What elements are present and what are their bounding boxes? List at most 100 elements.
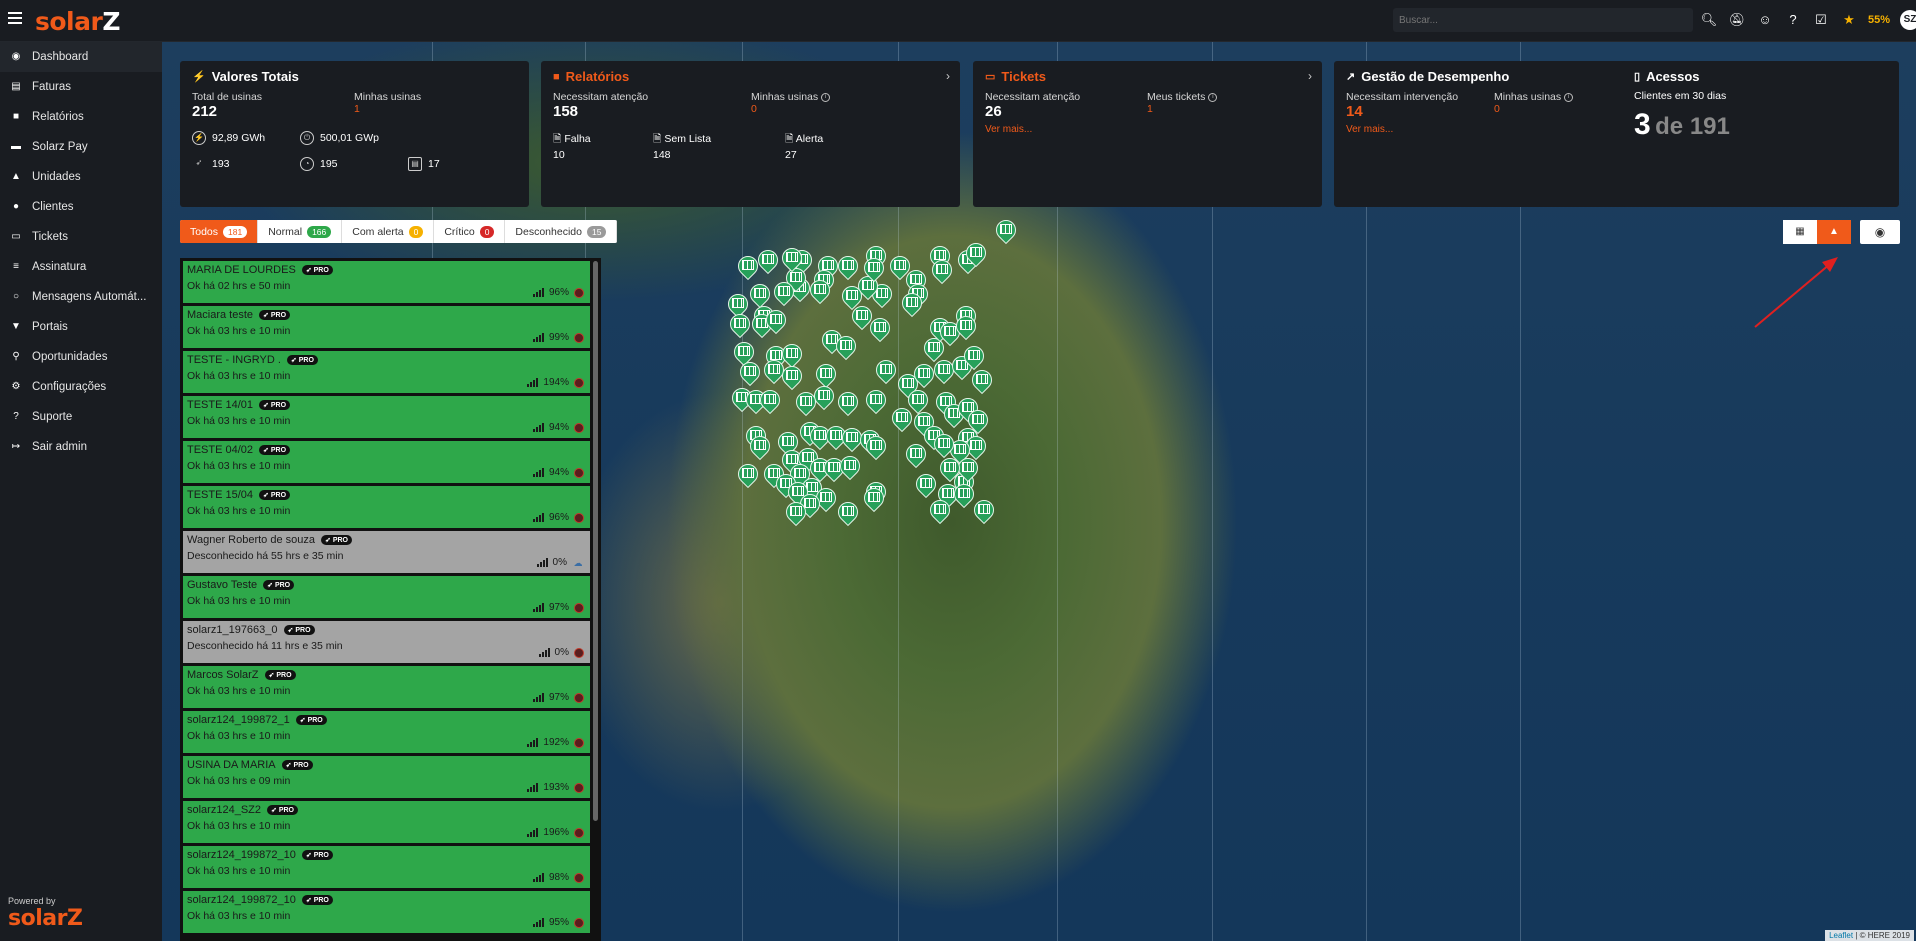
plant-map-marker[interactable]: [735, 357, 765, 388]
list-item[interactable]: solarz124_199872_10 ➶ PRO Ok há 03 hrs e 1…: [183, 891, 590, 933]
sidebar-item-faturas[interactable]: ▤ Faturas: [0, 72, 162, 102]
sidebar-item-tickets[interactable]: ▭ Tickets: [0, 222, 162, 252]
plant-map-marker[interactable]: [953, 453, 983, 484]
plant-map-marker[interactable]: [959, 341, 989, 372]
plant-map-marker[interactable]: [769, 277, 799, 308]
info-icon[interactable]: i: [1208, 92, 1218, 102]
plant-map-marker[interactable]: [859, 253, 889, 284]
plant-map-marker[interactable]: [777, 243, 807, 274]
list-item[interactable]: Gustavo Teste ➶ PRO Ok há 03 hrs e 10 min 9…: [183, 576, 590, 618]
plant-map-marker[interactable]: [871, 355, 901, 386]
chevron-right-icon[interactable]: ›: [946, 69, 950, 83]
list-scrollbar[interactable]: [593, 261, 598, 821]
alert-status-icon[interactable]: [574, 827, 584, 838]
plant-map-marker[interactable]: [991, 215, 1021, 246]
plant-map-marker[interactable]: [897, 288, 927, 319]
list-item[interactable]: solarz124_199872_10 ➶ PRO Ok há 03 hrs e 1…: [183, 846, 590, 888]
plant-map-marker[interactable]: [725, 309, 755, 340]
alert-status-icon[interactable]: [574, 332, 584, 343]
info-icon[interactable]: i: [821, 92, 831, 102]
list-item[interactable]: TESTE 14/01 ➶ PRO Ok há 03 hrs e 10 min 94%: [183, 396, 590, 438]
plant-map-marker[interactable]: [865, 313, 895, 344]
cloud-icon[interactable]: ☁: [572, 558, 584, 568]
sidebar-item-oportunidades[interactable]: ⚲ Oportunidades: [0, 342, 162, 372]
leaflet-link[interactable]: Leaflet: [1829, 931, 1853, 940]
alert-status-icon[interactable]: [574, 692, 584, 703]
plant-map-marker[interactable]: [805, 275, 835, 306]
plant-map-marker[interactable]: [781, 497, 811, 528]
clipboard-icon[interactable]: ☑: [1812, 11, 1830, 29]
list-item[interactable]: USINA DA MARIA ➶ PRO Ok há 03 hrs e 09 min…: [183, 756, 590, 798]
list-item[interactable]: Wagner Roberto de souza ➶ PRO Desconhecido…: [183, 531, 590, 573]
filter-tab-com-alerta[interactable]: Com alerta 0: [342, 220, 435, 243]
help-icon[interactable]: ?: [1784, 11, 1802, 29]
user-icon[interactable]: ☺: [1756, 11, 1774, 29]
sidebar-item-portais[interactable]: ▼ Portais: [0, 312, 162, 342]
plant-map-marker[interactable]: [733, 459, 763, 490]
list-item[interactable]: Marcos SolarZ ➶ PRO Ok há 03 hrs e 10 min 9…: [183, 666, 590, 708]
plant-map-marker[interactable]: [861, 385, 891, 416]
sidebar-item-suporte[interactable]: ? Suporte: [0, 402, 162, 432]
visibility-toggle-button[interactable]: ◉: [1860, 220, 1900, 244]
sidebar-item-solarz-pay[interactable]: ▬ Solarz Pay: [0, 132, 162, 162]
plant-map-marker[interactable]: [887, 403, 917, 434]
sidebar-item-mensagens-autom-t[interactable]: ○ Mensagens Automát...: [0, 282, 162, 312]
list-item[interactable]: MARIA DE LOURDES ➶ PRO Ok há 02 hrs e 50 m…: [183, 261, 590, 303]
plant-map-marker[interactable]: [911, 469, 941, 500]
alert-status-icon[interactable]: [574, 602, 584, 613]
list-item[interactable]: solarz124_SZ2 ➶ PRO Ok há 03 hrs e 10 min 1…: [183, 801, 590, 843]
avatar[interactable]: SZ: [1900, 10, 1916, 30]
plant-map-marker[interactable]: [753, 245, 783, 276]
falha-stat[interactable]: 🗎︎ Falha 10: [553, 131, 591, 161]
search-input[interactable]: [1393, 8, 1693, 32]
plant-map-marker[interactable]: [961, 238, 991, 269]
list-item[interactable]: Maciara teste ➶ PRO Ok há 03 hrs e 10 min 9…: [183, 306, 590, 348]
sidebar-item-dashboard[interactable]: ◉ Dashboard: [0, 42, 162, 72]
minhas-usinas-value[interactable]: 1: [354, 103, 421, 115]
alert-status-icon[interactable]: [574, 467, 584, 478]
filter-tab-desconhecido[interactable]: Desconhecido 15: [505, 220, 618, 243]
plant-map-marker[interactable]: [791, 387, 821, 418]
sidebar-item-sair-admin[interactable]: ↦ Sair admin: [0, 432, 162, 462]
sidebar-item-assinatura[interactable]: ≡ Assinatura: [0, 252, 162, 282]
plant-map-marker[interactable]: [927, 255, 957, 286]
plant-map-marker[interactable]: [777, 361, 807, 392]
plant-map-marker[interactable]: [951, 311, 981, 342]
list-item[interactable]: solarz124_199872_1 ➶ PRO Ok há 03 hrs e 10…: [183, 711, 590, 753]
menu-icon[interactable]: [8, 12, 22, 24]
app-logo[interactable]: solarZ: [35, 7, 120, 36]
alert-status-icon[interactable]: [574, 422, 584, 433]
alert-status-icon[interactable]: [574, 287, 584, 298]
bell-off-icon[interactable]: 🔕︎: [1728, 11, 1746, 29]
solar-panel-layer-button[interactable]: ▦: [1783, 220, 1817, 244]
plant-map-marker[interactable]: [969, 495, 999, 526]
search-icon[interactable]: 🔍︎: [1700, 11, 1718, 29]
ver-mais-link[interactable]: Ver mais...: [985, 124, 1080, 135]
filter-tab-todos[interactable]: Todos 181: [180, 220, 259, 243]
plant-map-marker[interactable]: [745, 431, 775, 462]
plant-map-marker[interactable]: [859, 483, 889, 514]
sidebar-item-relat-rios[interactable]: ■ Relatórios: [0, 102, 162, 132]
alert-status-icon[interactable]: [574, 872, 584, 883]
list-item[interactable]: TESTE - INGRYD . ➶ PRO Ok há 03 hrs e 10 m…: [183, 351, 590, 393]
filter-tab-cr-tico[interactable]: Crítico 0: [434, 220, 506, 243]
alert-status-icon[interactable]: [574, 782, 584, 793]
plant-map-marker[interactable]: [809, 381, 839, 412]
list-item[interactable]: solarz1_197663_0 ➶ PRO Desconhecido há 11 …: [183, 621, 590, 663]
plant-map-marker[interactable]: [831, 331, 861, 362]
alert-status-icon[interactable]: [574, 512, 584, 523]
ver-mais-link[interactable]: Ver mais...: [1346, 124, 1458, 135]
plant-map-marker[interactable]: [901, 439, 931, 470]
plant-map-marker[interactable]: [925, 495, 955, 526]
alert-status-icon[interactable]: [574, 917, 584, 928]
plant-map-marker[interactable]: [835, 451, 865, 482]
minhas-usinas-value[interactable]: 0: [751, 103, 830, 115]
plant-map-marker[interactable]: [935, 453, 965, 484]
plant-map-marker[interactable]: [861, 431, 891, 462]
plant-map-marker[interactable]: [761, 305, 791, 336]
chevron-right-icon[interactable]: ›: [1308, 69, 1312, 83]
sidebar-item-configura-es[interactable]: ⚙ Configurações: [0, 372, 162, 402]
heat-layer-button[interactable]: ▲: [1817, 220, 1851, 244]
plant-map-marker[interactable]: [949, 479, 979, 510]
progress-label[interactable]: 55%: [1868, 14, 1890, 26]
